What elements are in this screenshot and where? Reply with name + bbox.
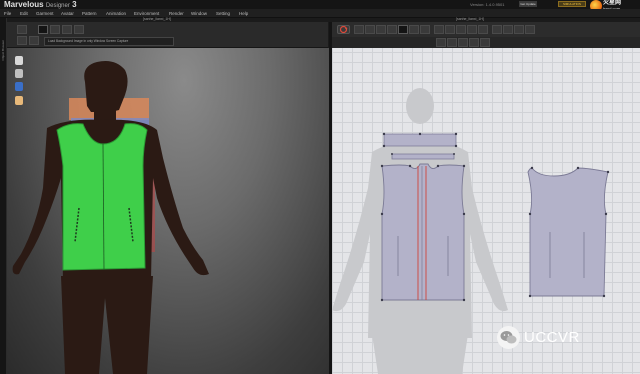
show-grid-icon[interactable] — [469, 38, 479, 47]
edit-point-icon[interactable] — [365, 25, 375, 34]
pattern-symmetry-icon[interactable] — [492, 25, 502, 34]
zoom-icon[interactable] — [436, 38, 446, 47]
menu-help[interactable]: Help — [239, 9, 248, 18]
menu-window[interactable]: Window — [191, 9, 207, 18]
pattern-front — [381, 163, 465, 301]
avatar-scene — [12, 61, 209, 374]
menu-pattern[interactable]: Pattern — [82, 9, 97, 18]
object-browser-strip[interactable]: Object Browser — [0, 18, 7, 374]
circle-icon[interactable] — [420, 25, 430, 34]
tack-icon[interactable] — [467, 25, 477, 34]
app-version-number: 3 — [72, 0, 77, 9]
update-button[interactable]: Get Update — [519, 1, 537, 7]
menu-file[interactable]: File — [4, 9, 11, 18]
object-browser-label: Object Browser — [1, 40, 5, 61]
dart-icon[interactable] — [434, 25, 444, 34]
viewport-3d[interactable] — [7, 48, 329, 374]
menu-animation[interactable]: Animation — [106, 9, 126, 18]
capture-status: Load Background Image in only Window Scr… — [44, 37, 174, 46]
toolbar-3d: Load Background Image in only Window Scr… — [7, 22, 328, 48]
fit-view-icon[interactable] — [458, 38, 468, 47]
fold-icon[interactable] — [478, 25, 488, 34]
vest-3d-garment — [56, 123, 148, 271]
menu-edit[interactable]: Edit — [20, 9, 28, 18]
menu-avatar[interactable]: Avatar — [61, 9, 74, 18]
pin-icon[interactable] — [62, 25, 72, 34]
viewport-2d[interactable] — [332, 48, 640, 374]
transform-icon[interactable] — [354, 25, 364, 34]
viewport-2d-title: [sanhe_lianxi_1H] — [456, 17, 484, 21]
wechat-icon — [497, 326, 520, 349]
simulation-mode-button[interactable]: SIMULATION — [558, 1, 586, 7]
show-avatar-icon[interactable] — [480, 38, 490, 47]
rectangle-icon[interactable] — [409, 25, 419, 34]
trace-icon[interactable] — [503, 25, 513, 34]
pattern-back — [527, 167, 609, 297]
tack-icon[interactable] — [74, 25, 84, 34]
grid-icon[interactable] — [525, 25, 535, 34]
select-icon[interactable] — [17, 25, 27, 34]
move-icon[interactable] — [38, 25, 48, 34]
pattern-canvas — [332, 88, 610, 374]
toolbar-2d-secondary — [332, 37, 640, 48]
free-seam-icon[interactable] — [456, 25, 466, 34]
version-label: Version: 1.4.0.9501 — [470, 2, 505, 7]
title-bar — [0, 0, 640, 9]
watermark-text: UCCVR — [524, 329, 580, 346]
app-name: Marvelous — [4, 0, 44, 9]
camera-icon[interactable] — [17, 36, 27, 45]
fold-icon[interactable] — [50, 25, 60, 34]
seam-icon[interactable] — [445, 25, 455, 34]
viewport-3d-title: [sanhe_lianxi_1H] — [143, 17, 171, 21]
pan-icon[interactable] — [447, 38, 457, 47]
screenshot-icon[interactable] — [29, 36, 39, 45]
internal-line-icon[interactable] — [376, 25, 386, 34]
menu-setting[interactable]: Setting — [216, 9, 230, 18]
texture-icon[interactable] — [514, 25, 524, 34]
menu-bar: File Edit Garment Avatar Pattern Animati… — [0, 9, 640, 18]
menu-render[interactable]: Render — [169, 9, 184, 18]
polygon-icon[interactable] — [398, 25, 408, 34]
menu-garment[interactable]: Garment — [36, 9, 54, 18]
simulation-icon[interactable] — [337, 25, 350, 34]
segment-icon[interactable] — [387, 25, 397, 34]
